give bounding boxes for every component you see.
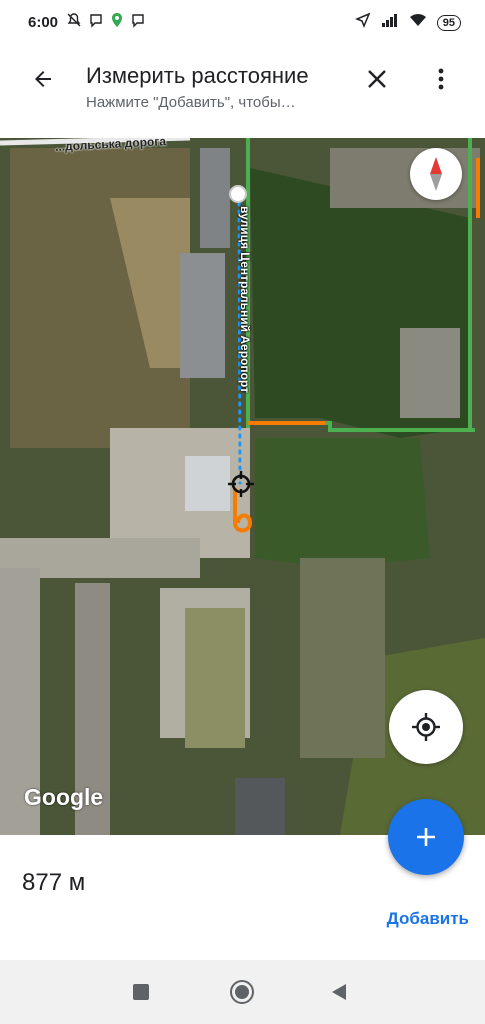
google-attribution: Google bbox=[24, 784, 104, 810]
viber-icon bbox=[88, 12, 104, 33]
status-notification-icons bbox=[66, 12, 146, 33]
home-button[interactable] bbox=[230, 980, 254, 1004]
close-button[interactable] bbox=[360, 62, 394, 96]
compass-button[interactable] bbox=[410, 148, 462, 200]
muted-notifications-icon bbox=[66, 12, 82, 33]
status-time: 6:00 bbox=[28, 14, 59, 31]
home-icon bbox=[235, 985, 249, 999]
distance-value: 877 м bbox=[22, 869, 86, 896]
signal-icon bbox=[381, 13, 399, 32]
page-title: Измерить расстояние bbox=[86, 63, 309, 88]
viber-icon bbox=[130, 12, 146, 33]
measurement-start-point[interactable] bbox=[229, 185, 247, 203]
road-label-vertical: вулиця Центральний Аеропорт bbox=[238, 206, 252, 393]
battery-indicator: 95 bbox=[436, 14, 461, 31]
system-navigation-bar bbox=[0, 960, 485, 1024]
add-point-button[interactable] bbox=[388, 799, 464, 875]
crosshair-icon bbox=[228, 471, 254, 497]
page-subtitle: Нажмите "Добавить", чтобы… bbox=[86, 94, 296, 111]
more-vert-icon bbox=[438, 68, 444, 90]
status-system-icons: 95 bbox=[354, 12, 461, 33]
maps-pin-icon bbox=[110, 12, 124, 33]
recent-apps-button[interactable] bbox=[133, 984, 149, 1000]
back-button[interactable] bbox=[26, 62, 60, 96]
wifi-icon bbox=[409, 13, 427, 32]
status-bar: 6:00 95 bbox=[0, 0, 485, 46]
arrow-back-icon bbox=[35, 71, 51, 87]
more-options-button[interactable] bbox=[424, 62, 458, 96]
add-point-link[interactable]: Добавить bbox=[387, 909, 469, 929]
location-arrow-icon bbox=[354, 12, 371, 33]
my-location-icon bbox=[412, 713, 440, 741]
close-icon bbox=[368, 70, 386, 88]
plus-icon bbox=[417, 828, 435, 846]
satellite-map[interactable]: ...дольська дорога вулиця Центральний Ае… bbox=[0, 138, 485, 835]
my-location-button[interactable] bbox=[389, 690, 463, 764]
system-back-button[interactable] bbox=[332, 984, 346, 1000]
compass-icon bbox=[430, 157, 442, 191]
app-toolbar: Измерить расстояние Нажмите "Добавить", … bbox=[0, 46, 485, 138]
